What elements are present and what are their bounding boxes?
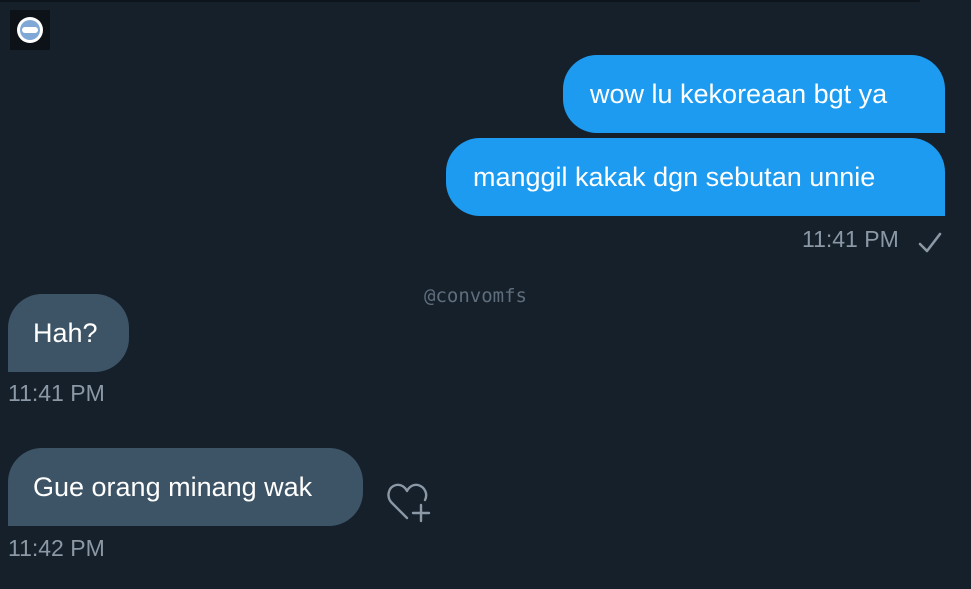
sent-message-bubble[interactable]: wow lu kekoreaan bgt ya	[563, 55, 945, 133]
avatar-icon	[17, 17, 43, 43]
check-icon	[918, 232, 942, 253]
message-timestamp: 11:41 PM	[8, 380, 105, 406]
message-text: wow lu kekoreaan bgt ya	[590, 78, 888, 109]
message-text: Hah?	[33, 317, 98, 348]
sent-message-bubble[interactable]: manggil kakak dgn sebutan unnie	[446, 138, 945, 216]
top-divider	[0, 0, 920, 2]
received-message-bubble[interactable]: Hah?	[8, 294, 129, 372]
message-text: Gue orang minang wak	[33, 471, 313, 502]
watermark: @convomfs	[424, 285, 527, 307]
message-timestamp: 11:42 PM	[8, 535, 105, 561]
message-timestamp: 11:41 PM	[802, 226, 899, 252]
heart-plus-icon[interactable]	[384, 478, 436, 526]
message-text: manggil kakak dgn sebutan unnie	[473, 161, 876, 192]
received-message-bubble[interactable]: Gue orang minang wak	[8, 448, 363, 526]
avatar[interactable]	[10, 10, 50, 50]
